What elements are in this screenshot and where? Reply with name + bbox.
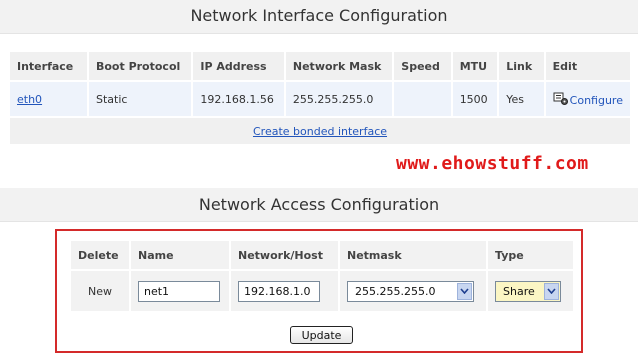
col-name: Name [131, 241, 229, 269]
create-bonded-interface-link[interactable]: Create bonded interface [253, 125, 387, 138]
configure-label: Configure [569, 93, 623, 107]
interface-cell: eth0 [10, 82, 87, 116]
delete-cell: New [71, 271, 129, 311]
col-speed: Speed [394, 52, 451, 80]
col-interface: Interface [10, 52, 87, 80]
type-select[interactable]: Share [495, 280, 561, 302]
access-highlight-box: Delete Name Network/Host Netmask Type Ne… [55, 229, 583, 353]
name-cell [131, 271, 229, 311]
col-delete: Delete [71, 241, 129, 269]
bonded-row: Create bonded interface [10, 118, 630, 144]
col-boot-protocol: Boot Protocol [88, 52, 192, 80]
netmask-select[interactable]: 255.255.255.0 [347, 280, 474, 302]
network-host-input[interactable] [238, 280, 320, 302]
col-type: Type [488, 241, 573, 269]
interface-link-eth0[interactable]: eth0 [17, 93, 42, 106]
link-cell: Yes [499, 82, 544, 116]
boot-protocol-cell: Static [88, 82, 192, 116]
name-input[interactable] [138, 280, 220, 302]
type-value: Share [503, 284, 535, 298]
col-network-host: Network/Host [231, 241, 338, 269]
configure-link[interactable]: Configure [553, 92, 623, 107]
table-row: New 255.255.255.0 [71, 271, 573, 311]
chevron-down-icon [544, 282, 559, 300]
watermark-text: www.ehowstuff.com [396, 153, 589, 174]
speed-cell [394, 82, 451, 116]
network-host-cell [231, 271, 338, 311]
col-netmask: Netmask [340, 241, 486, 269]
ip-address-cell: 192.168.1.56 [193, 82, 284, 116]
chevron-down-icon [457, 282, 472, 300]
update-button[interactable]: Update [290, 326, 353, 344]
col-link: Link [499, 52, 544, 80]
interface-table-header: Interface Boot Protocol IP Address Netwo… [10, 52, 630, 80]
interface-table: Interface Boot Protocol IP Address Netwo… [8, 50, 632, 146]
col-ip-address: IP Address [193, 52, 284, 80]
netmask-cell: 255.255.255.0 [340, 271, 486, 311]
network-access-title: Network Access Configuration [0, 188, 638, 222]
table-row: eth0 Static 192.168.1.56 255.255.255.0 1… [10, 82, 630, 116]
netmask-value: 255.255.255.0 [355, 284, 436, 298]
edit-cell: Configure [545, 82, 630, 116]
col-mtu: MTU [452, 52, 498, 80]
configure-icon [553, 92, 568, 105]
col-network-mask: Network Mask [285, 52, 393, 80]
network-mask-cell: 255.255.255.0 [285, 82, 393, 116]
network-interface-title: Network Interface Configuration [0, 0, 638, 34]
col-edit: Edit [545, 52, 630, 80]
mtu-cell: 1500 [452, 82, 498, 116]
access-table: Delete Name Network/Host Netmask Type Ne… [69, 239, 575, 313]
bonded-cell: Create bonded interface [10, 118, 630, 144]
access-table-header: Delete Name Network/Host Netmask Type [71, 241, 573, 269]
type-cell: Share [488, 271, 573, 311]
